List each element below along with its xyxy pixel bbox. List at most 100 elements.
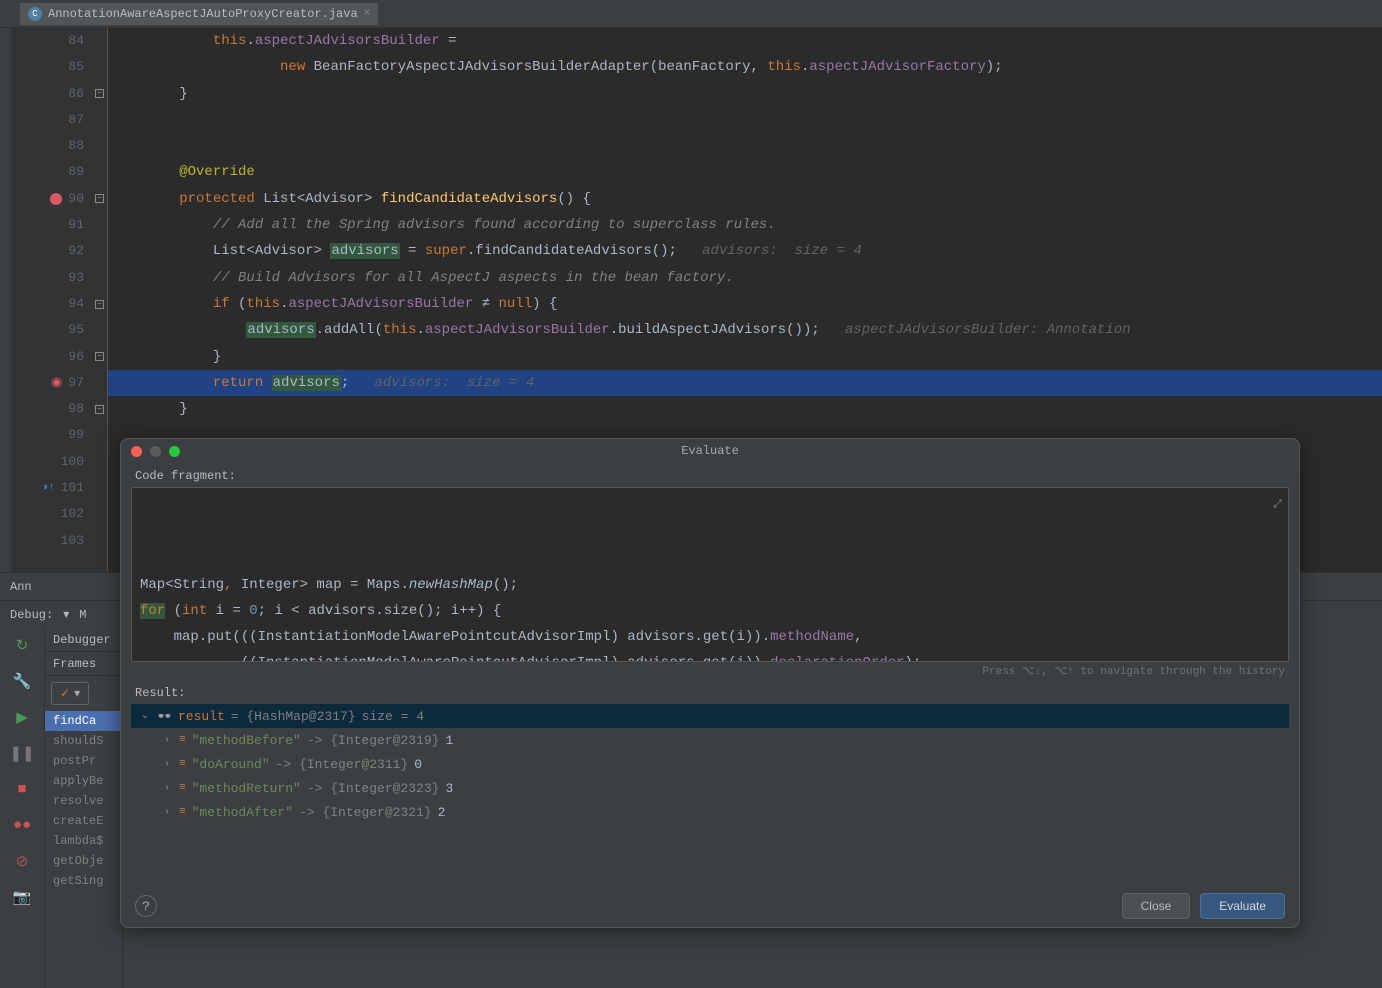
line-number: 99: [68, 422, 84, 448]
code-line[interactable]: }: [108, 81, 1382, 107]
help-icon[interactable]: ?: [135, 895, 157, 917]
line-number: 94: [68, 291, 84, 317]
fold-icon[interactable]: −: [95, 194, 104, 203]
line-number: 85: [68, 54, 84, 80]
frame-item[interactable]: getObje: [45, 851, 122, 871]
result-entry[interactable]: ›≡"methodAfter" -> {Integer@2321} 2: [131, 800, 1289, 824]
code-line[interactable]: protected List<Advisor> findCandidateAdv…: [108, 186, 1382, 212]
result-entry[interactable]: ›≡"doAround" -> {Integer@2311} 0: [131, 752, 1289, 776]
close-button[interactable]: Close: [1122, 893, 1191, 919]
frame-item[interactable]: findCa: [45, 711, 122, 731]
code-line[interactable]: new BeanFactoryAspectJAdvisorsBuilderAda…: [108, 54, 1382, 80]
line-number: 86: [68, 81, 84, 107]
result-label: Result:: [121, 680, 1299, 704]
minimize-window-icon[interactable]: [150, 446, 161, 457]
override-up-icon[interactable]: ◑↑: [41, 475, 54, 501]
view-breakpoints-icon[interactable]: ●●: [13, 816, 31, 834]
line-number: 96: [68, 344, 84, 370]
chevron-down-icon[interactable]: ⌄: [139, 710, 151, 722]
editor-tab[interactable]: C AnnotationAwareAspectJAutoProxyCreator…: [20, 3, 378, 25]
fold-icon[interactable]: −: [95, 89, 104, 98]
chevron-right-icon[interactable]: ›: [161, 759, 173, 770]
watch-icon: 👓: [157, 709, 172, 724]
code-line[interactable]: return advisors; advisors: size = 4: [108, 370, 1382, 396]
close-window-icon[interactable]: [131, 446, 142, 457]
frames-filter-button[interactable]: ✓ ▾: [51, 682, 89, 705]
stop-icon[interactable]: ■: [13, 780, 31, 798]
result-tree[interactable]: ⌄👓result = {HashMap@2317} size = 4›≡"met…: [131, 704, 1289, 885]
map-entry-icon: ≡: [179, 734, 186, 746]
dialog-buttons: ? Close Evaluate: [121, 885, 1299, 927]
fold-strip: − − − − −: [92, 28, 108, 572]
debug-toolbar: ↻ 🔧 ▶ ❚❚ ■ ●● ⊘ 📷: [0, 628, 45, 988]
line-number: 95: [68, 317, 84, 343]
result-root[interactable]: ⌄👓result = {HashMap@2317} size = 4: [131, 704, 1289, 728]
editor-tab-bar: C AnnotationAwareAspectJAutoProxyCreator…: [0, 0, 1382, 28]
breakpoint-icon[interactable]: [50, 193, 62, 205]
code-fragment-label: Code fragment:: [121, 463, 1299, 487]
evaluate-button[interactable]: Evaluate: [1200, 893, 1285, 919]
result-entry[interactable]: ›≡"methodReturn" -> {Integer@2323} 3: [131, 776, 1289, 800]
check-icon: ✓: [60, 686, 70, 701]
line-number: 91: [68, 212, 84, 238]
line-number: 100: [61, 449, 84, 475]
mute-breakpoints-icon[interactable]: ⊘: [13, 852, 31, 870]
chevron-right-icon[interactable]: ›: [161, 735, 173, 746]
result-entry[interactable]: ›≡"methodBefore" -> {Integer@2319} 1: [131, 728, 1289, 752]
chevron-right-icon[interactable]: ›: [161, 807, 173, 818]
frame-item[interactable]: resolve: [45, 791, 122, 811]
frame-item[interactable]: lambda$: [45, 831, 122, 851]
line-number: 88: [68, 133, 84, 159]
dialog-title: Evaluate: [681, 444, 739, 458]
frame-item[interactable]: applyBe: [45, 771, 122, 791]
close-icon[interactable]: ×: [364, 8, 371, 20]
code-line[interactable]: @Override: [108, 159, 1382, 185]
line-number: 103: [61, 528, 84, 554]
code-line[interactable]: // Build Advisors for all AspectJ aspect…: [108, 265, 1382, 291]
code-line[interactable]: }: [108, 344, 1382, 370]
code-line[interactable]: // Add all the Spring advisors found acc…: [108, 212, 1382, 238]
frames-panel: Debugger Frames ✓ ▾ findCashouldSpostPra…: [45, 628, 123, 988]
evaluate-dialog: Evaluate Code fragment: ⤢ Map<String, In…: [120, 438, 1300, 928]
frame-item[interactable]: shouldS: [45, 731, 122, 751]
rerun-icon[interactable]: ↻: [13, 636, 31, 654]
fold-icon[interactable]: −: [95, 405, 104, 414]
code-line[interactable]: [108, 133, 1382, 159]
breakpoint-done-icon[interactable]: ◉: [51, 370, 62, 396]
java-class-icon: C: [28, 7, 42, 21]
camera-icon[interactable]: 📷: [13, 888, 31, 906]
line-number: 93: [68, 265, 84, 291]
debugger-tab[interactable]: Debugger: [45, 628, 122, 652]
debug-config-icon[interactable]: ▾: [63, 607, 69, 622]
maximize-window-icon[interactable]: [169, 446, 180, 457]
frame-item[interactable]: getSing: [45, 871, 122, 891]
code-line[interactable]: [108, 107, 1382, 133]
debug-label: Debug:: [10, 608, 53, 622]
line-number: 87: [68, 107, 84, 133]
frame-item[interactable]: createE: [45, 811, 122, 831]
expand-icon[interactable]: ⤢: [1273, 492, 1282, 518]
frames-header: Frames: [45, 652, 122, 676]
breadcrumb-label: Ann: [10, 580, 32, 594]
line-number: 90: [68, 186, 84, 212]
frame-item[interactable]: postPr: [45, 751, 122, 771]
code-line[interactable]: advisors.addAll(this.aspectJAdvisorsBuil…: [108, 317, 1382, 343]
code-fragment-editor[interactable]: ⤢ Map<String, Integer> map = Maps.newHas…: [131, 487, 1289, 662]
line-number: 97: [68, 370, 84, 396]
debug-config-name: M: [79, 608, 86, 622]
dialog-titlebar[interactable]: Evaluate: [121, 439, 1299, 463]
fold-icon[interactable]: −: [95, 300, 104, 309]
chevron-right-icon[interactable]: ›: [161, 783, 173, 794]
code-line[interactable]: }: [108, 396, 1382, 422]
left-tool-strip: [0, 28, 12, 572]
map-entry-icon: ≡: [179, 806, 186, 818]
code-line[interactable]: this.aspectJAdvisorsBuilder =: [108, 28, 1382, 54]
resume-icon[interactable]: ▶: [13, 708, 31, 726]
fold-icon[interactable]: −: [95, 352, 104, 361]
code-line[interactable]: List<Advisor> advisors = super.findCandi…: [108, 238, 1382, 264]
line-number: 102: [61, 501, 84, 527]
line-number: 84: [68, 28, 84, 54]
pause-icon[interactable]: ❚❚: [13, 744, 31, 762]
wrench-icon[interactable]: 🔧: [13, 672, 31, 690]
code-line[interactable]: if (this.aspectJAdvisorsBuilder ≠ null) …: [108, 291, 1382, 317]
